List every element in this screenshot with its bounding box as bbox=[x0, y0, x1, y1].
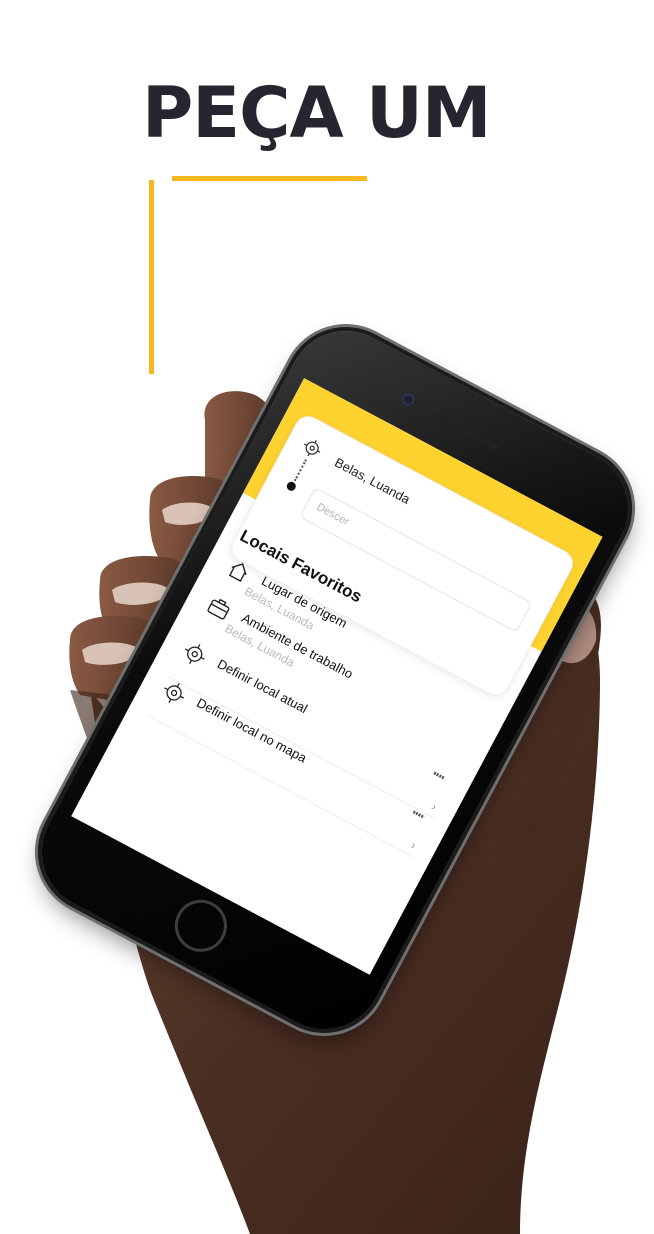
page: PEÇA UM Belas, Luanda Descer Locais Favo… bbox=[0, 0, 654, 1234]
home-button[interactable] bbox=[165, 890, 237, 961]
route-connector bbox=[293, 459, 309, 483]
speaker-grille bbox=[434, 412, 500, 451]
dash-marker bbox=[433, 771, 446, 780]
camera-icon bbox=[400, 391, 417, 408]
chevron-right-icon: › bbox=[408, 838, 419, 853]
chevron-right-icon: › bbox=[429, 799, 440, 814]
dash-marker bbox=[412, 810, 425, 819]
target-icon bbox=[184, 644, 205, 665]
target-icon bbox=[303, 439, 321, 457]
destination-dot-icon bbox=[285, 480, 298, 493]
origin-location[interactable]: Belas, Luanda bbox=[332, 455, 412, 507]
